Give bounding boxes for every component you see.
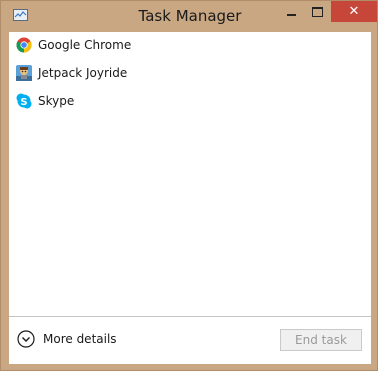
more-details-label: More details	[43, 332, 117, 346]
process-label: Skype	[38, 94, 75, 108]
close-icon: ✕	[348, 4, 360, 19]
process-label: Jetpack Joyride	[38, 66, 128, 80]
jetpack-joyride-icon	[16, 65, 32, 81]
end-task-button[interactable]: End task	[280, 329, 362, 351]
maximize-icon	[312, 7, 323, 17]
task-manager-window: Task Manager ✕ Google Chrome Jetpack Joy…	[0, 0, 378, 371]
title-bar[interactable]: Task Manager ✕	[1, 1, 378, 32]
minimize-button[interactable]	[278, 1, 304, 22]
close-button[interactable]: ✕	[331, 1, 377, 22]
process-label: Google Chrome	[38, 38, 132, 52]
chevron-down-circle-icon	[17, 330, 35, 348]
chrome-icon	[16, 37, 32, 53]
list-item-google-chrome[interactable]: Google Chrome	[9, 32, 371, 60]
footer-divider	[9, 316, 371, 317]
svg-text:S: S	[20, 97, 27, 108]
process-panel: Google Chrome Jetpack Joyride S Skype Mo…	[9, 32, 371, 364]
list-item-skype[interactable]: S Skype	[9, 88, 371, 116]
skype-icon: S	[16, 93, 32, 109]
minimize-icon	[287, 14, 296, 16]
list-item-jetpack-joyride[interactable]: Jetpack Joyride	[9, 60, 371, 88]
maximize-button[interactable]	[304, 1, 330, 22]
